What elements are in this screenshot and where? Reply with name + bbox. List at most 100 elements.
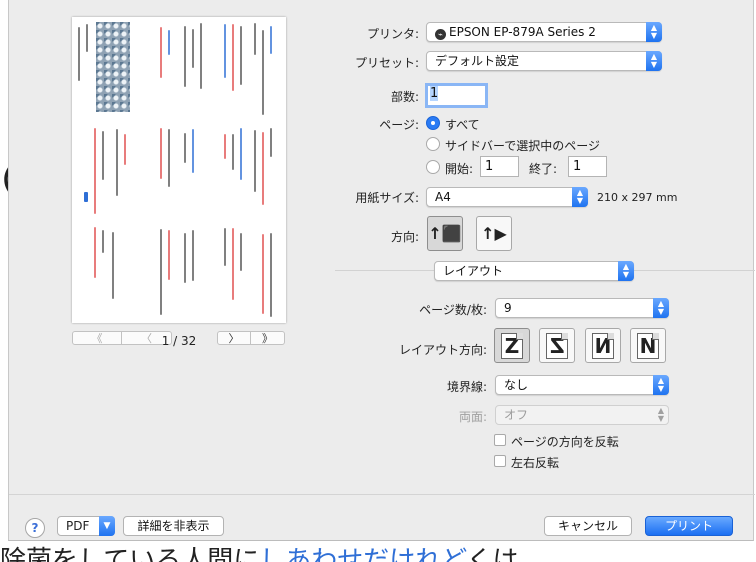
- preview-text-line: [184, 233, 186, 283]
- chevron-updown-icon: ▲ ▼: [618, 261, 634, 281]
- pages-per-sheet-select[interactable]: 9 ▲ ▼: [495, 298, 669, 318]
- preview-text-line: [262, 132, 264, 205]
- two-sided-value: オフ: [504, 408, 529, 422]
- chevron-down-icon: ▼: [99, 516, 115, 536]
- background-bottom-link: しあわせだけれど: [259, 546, 467, 562]
- layout-direction-reverse-n-button[interactable]: И: [585, 328, 621, 363]
- preview-text-line: [94, 128, 96, 214]
- orientation-landscape-button[interactable]: ↑▶: [476, 216, 512, 251]
- preview-text-line: [224, 134, 226, 159]
- preset-label: プリセット:: [354, 56, 419, 70]
- pages-per-sheet-label: ページ数/枚:: [419, 303, 487, 317]
- section-select[interactable]: レイアウト ▲ ▼: [434, 261, 634, 281]
- pages-all-label: すべて: [445, 118, 480, 132]
- layout-reverse-n-icon: И: [594, 333, 612, 358]
- pdf-menu-button[interactable]: PDF ▼: [57, 516, 115, 536]
- pages-label: ページ:: [379, 118, 419, 132]
- page-icon: Z: [546, 332, 568, 359]
- pages-to-label: 終了:: [529, 162, 558, 176]
- preview-text-line: [184, 26, 186, 87]
- preview-text-line: [232, 228, 234, 300]
- chevron-updown-icon: ▲ ▼: [653, 375, 669, 395]
- flip-horizontal-checkbox[interactable]: [494, 455, 506, 467]
- preview-text-line: [262, 234, 264, 314]
- chevron-updown-icon: ▲ ▼: [657, 406, 665, 423]
- pages-to-input[interactable]: 1: [568, 156, 607, 177]
- preview-text-line: [240, 26, 242, 85]
- preview-text-line: [124, 134, 126, 165]
- preset-select[interactable]: デフォルト設定 ▲ ▼: [426, 51, 662, 71]
- preview-text-line: [160, 128, 162, 179]
- reverse-orientation-label: ページの方向を反転: [511, 435, 619, 449]
- chevron-updown-icon: ▲ ▼: [646, 22, 662, 42]
- two-sided-label: 両面:: [458, 410, 487, 424]
- printer-value: EPSON EP-879A Series 2: [449, 25, 596, 39]
- next-page-button[interactable]: 〉: [217, 331, 251, 345]
- layout-n-icon: N: [639, 333, 657, 358]
- preview-text-line: [254, 23, 256, 55]
- portrait-icon: ↑⬛: [428, 223, 462, 243]
- orientation-portrait-button[interactable]: ↑⬛: [427, 216, 463, 251]
- preview-text-line: [184, 133, 186, 163]
- preview-text-line: [116, 129, 118, 196]
- preview-text-line: [78, 27, 80, 81]
- pages-range-radio[interactable]: [426, 160, 440, 174]
- two-sided-select: オフ ▲ ▼: [495, 405, 669, 425]
- reverse-orientation-checkbox[interactable]: [494, 434, 506, 446]
- preview-text-line: [270, 128, 272, 157]
- printer-icon: ⌁: [435, 29, 446, 40]
- border-select[interactable]: なし ▲ ▼: [495, 375, 669, 395]
- preview-text-line: [200, 23, 202, 89]
- background-bottom-plain: 除菌をしている人間に: [0, 546, 260, 562]
- preset-value: デフォルト設定: [435, 54, 520, 68]
- footer-divider: [9, 494, 755, 495]
- preview-text-line: [262, 30, 264, 115]
- preview-text-line: [240, 233, 242, 271]
- chevron-updown-icon: ▲ ▼: [572, 187, 588, 207]
- first-page-button[interactable]: 《: [72, 331, 122, 345]
- preview-text-line: [160, 229, 162, 315]
- section-value: レイアウト: [443, 264, 504, 278]
- preview-text-line: [232, 24, 234, 91]
- preview-page: [72, 17, 286, 323]
- preview-text-line: [224, 228, 226, 266]
- print-button[interactable]: プリント: [645, 516, 733, 536]
- preview-text-line: [86, 24, 88, 52]
- page-indicator: 1 / 32: [161, 334, 197, 348]
- preview-text-line: [270, 233, 272, 317]
- preview-text-line: [102, 131, 104, 180]
- orientation-label: 方向:: [390, 230, 419, 244]
- page-icon: N: [637, 332, 659, 359]
- preview-text-line: [94, 227, 96, 278]
- help-button[interactable]: ?: [25, 518, 45, 538]
- layout-direction-reverse-z-button[interactable]: Z: [539, 328, 575, 363]
- layout-direction-n-button[interactable]: N: [630, 328, 666, 363]
- preview-text-line: [224, 24, 226, 78]
- copies-input[interactable]: 1: [425, 83, 488, 108]
- background-bottom-tail: くは: [466, 546, 519, 562]
- preview-blue-marker: [84, 192, 88, 202]
- last-page-button[interactable]: 》: [251, 331, 285, 345]
- printer-select[interactable]: ⌁ EPSON EP-879A Series 2 ▲ ▼: [426, 22, 662, 42]
- pages-all-radio[interactable]: [426, 116, 440, 130]
- paper-size-value: A4: [435, 190, 451, 204]
- layout-direction-z-button[interactable]: Z: [494, 328, 530, 363]
- preview-text-line: [270, 26, 272, 54]
- preview-nav-forward: 〉 》: [217, 331, 285, 345]
- preview-text-line: [192, 29, 194, 68]
- preview-text-line: [160, 27, 162, 78]
- preview-text-line: [240, 128, 242, 180]
- cancel-button[interactable]: キャンセル: [544, 516, 632, 536]
- paper-dimensions: 210 x 297 mm: [597, 191, 678, 204]
- background-bottom-text: 除菌をしている人間にしあわせだけれどくは: [0, 541, 756, 562]
- hide-details-button[interactable]: 詳細を非表示: [123, 516, 224, 536]
- pages-selection-radio[interactable]: [426, 137, 440, 151]
- layout-direction-label: レイアウト方向:: [398, 343, 487, 357]
- print-dialog: 《 〈 1 / 32 〉 》 プリンタ: ⌁ EPSON EP-879A Seri…: [8, 0, 755, 541]
- pages-per-sheet-value: 9: [504, 301, 512, 315]
- paper-size-label: 用紙サイズ:: [355, 191, 419, 205]
- pages-from-input[interactable]: 1: [480, 156, 519, 177]
- paper-size-select[interactable]: A4 ▲ ▼: [426, 187, 588, 207]
- preview-text-line: [168, 30, 170, 55]
- copies-label: 部数:: [390, 90, 419, 104]
